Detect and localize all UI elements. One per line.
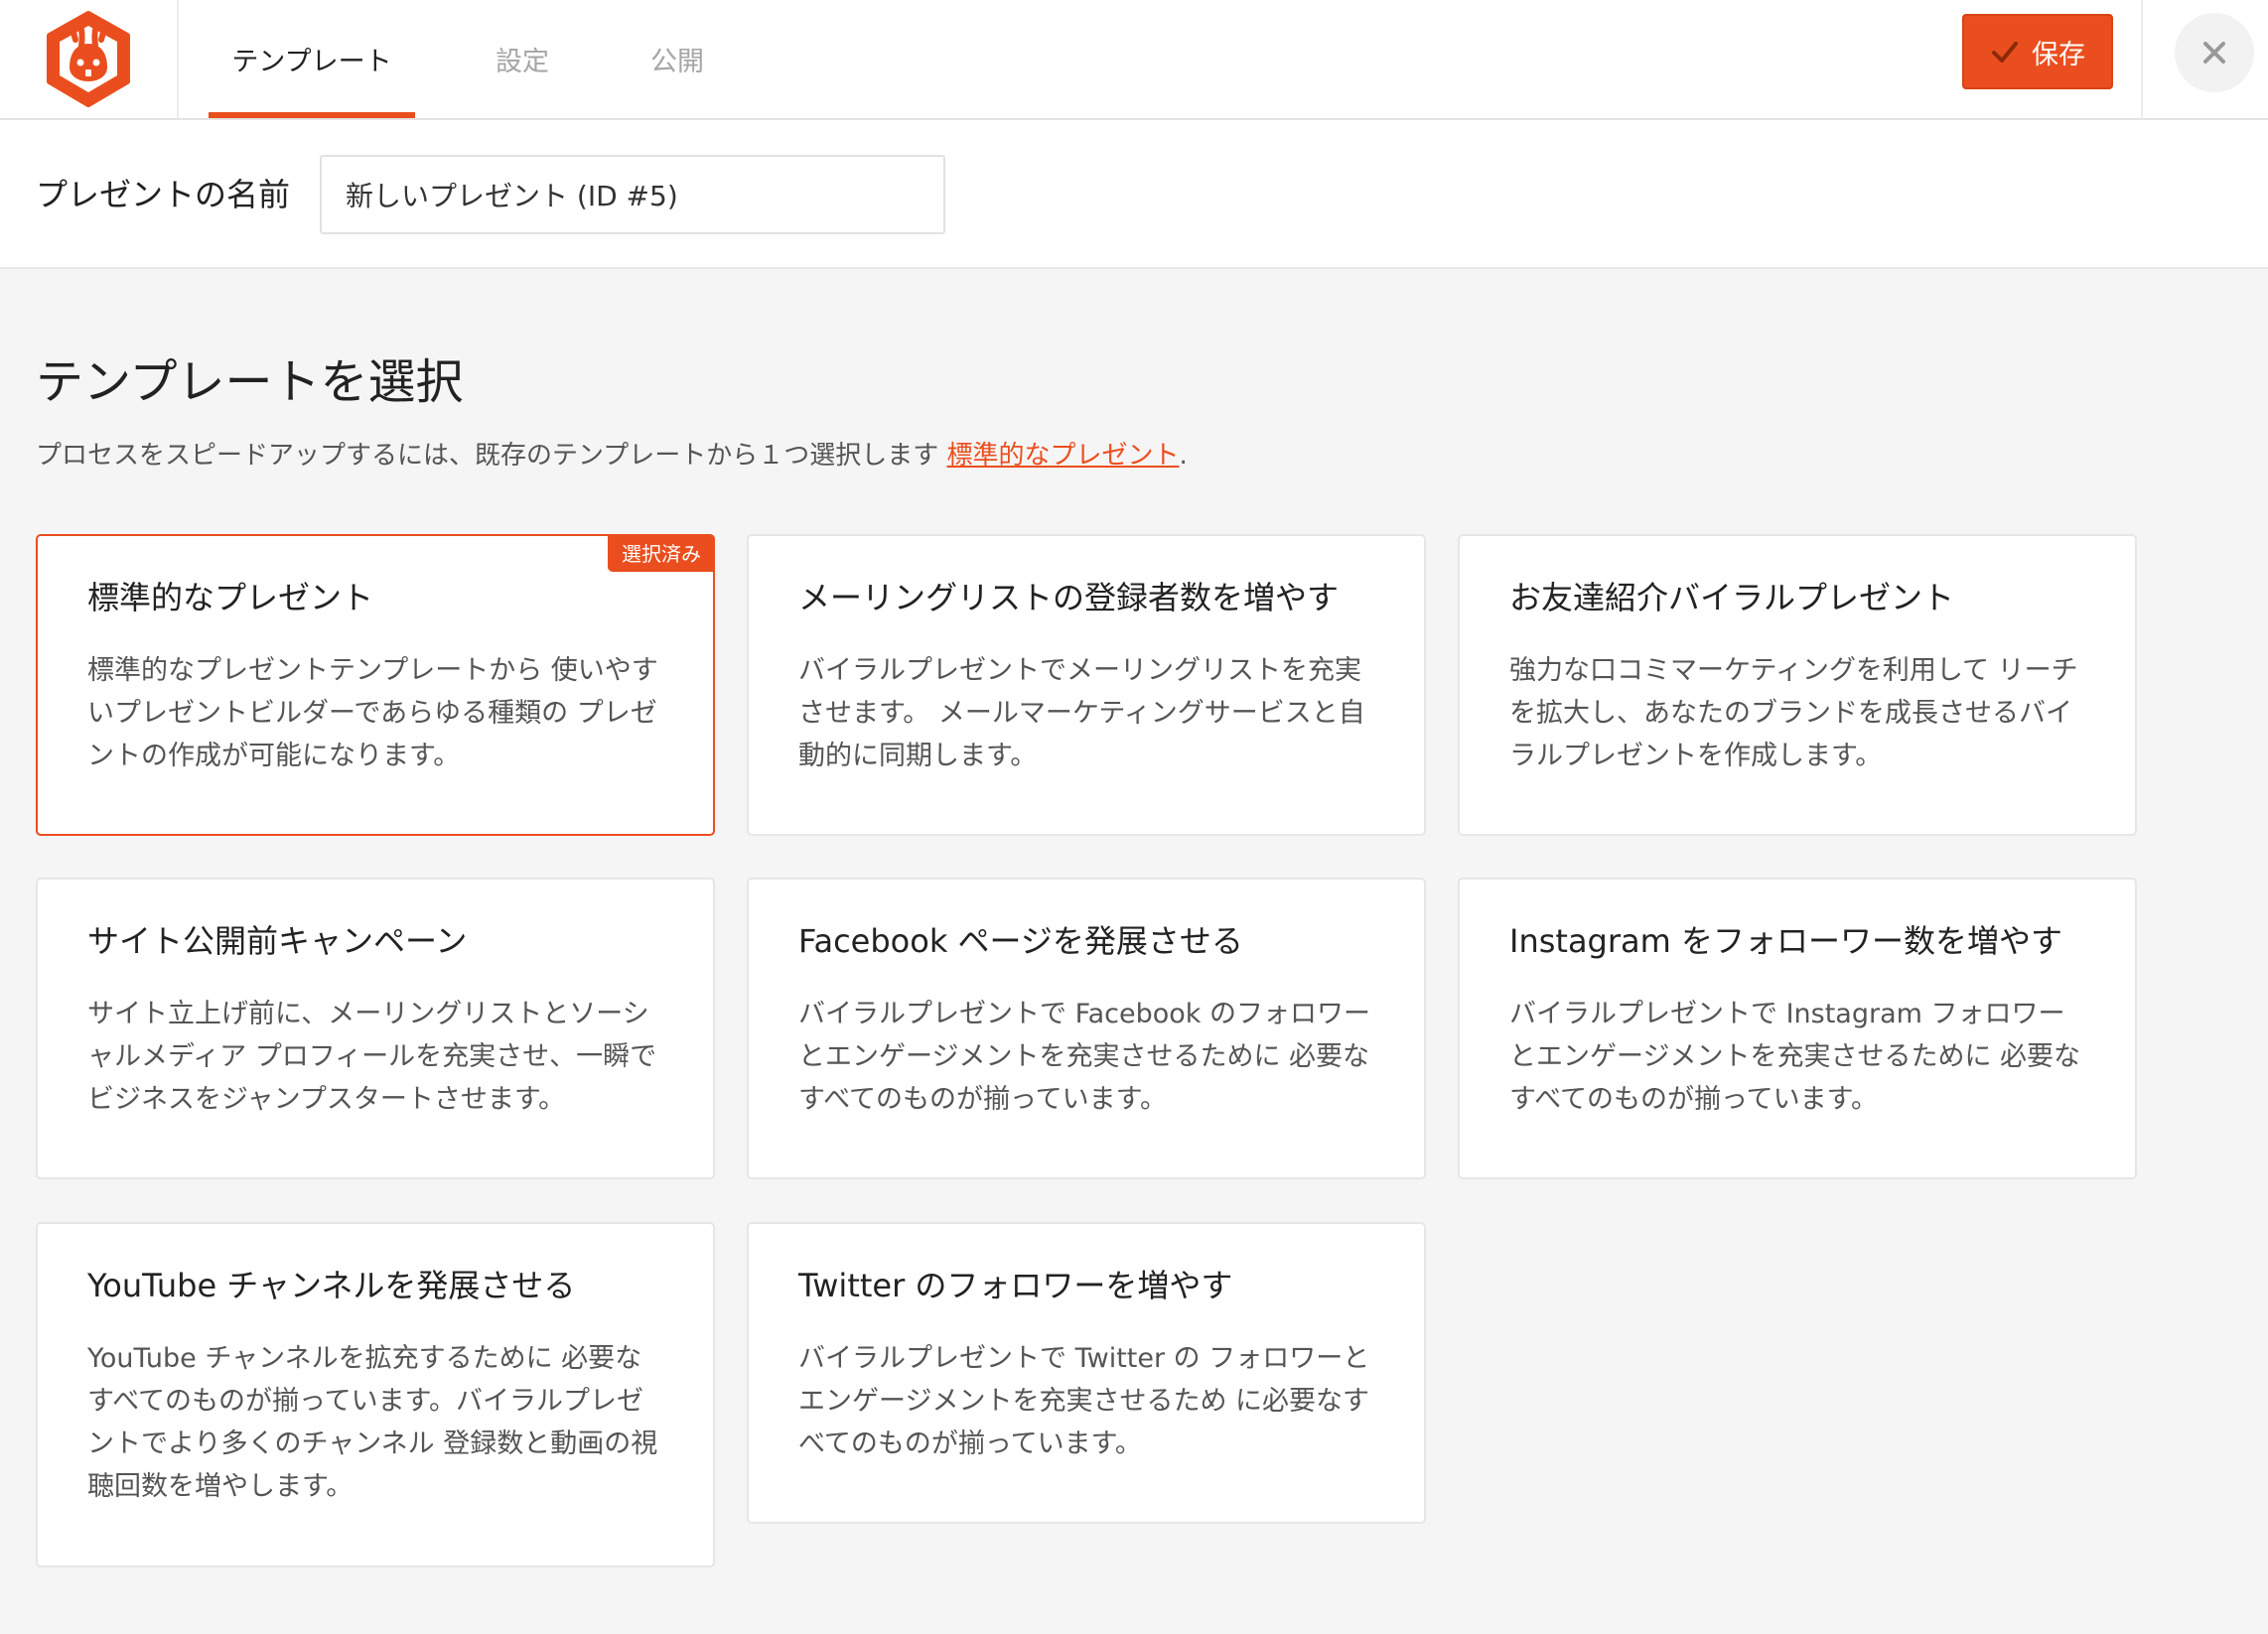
giveaway-name-input[interactable]	[320, 155, 945, 234]
template-card-facebook[interactable]: Facebook ページを発展させる バイラルプレゼントで Facebook の…	[747, 878, 1426, 1179]
template-card-title: メーリングリストの登録者数を増やす	[798, 579, 1340, 616]
standard-giveaway-link[interactable]: 標準的なプレゼント	[947, 441, 1180, 471]
section-description-trailing: .	[1179, 441, 1188, 471]
tab-publish[interactable]: 公開	[630, 0, 725, 118]
template-card-description: バイラルプレゼントで Twitter の フォロワーとエンゲージメントを充実させ…	[798, 1342, 1370, 1459]
tab-settings[interactable]: 設定	[475, 0, 570, 118]
top-bar: テンプレート 設定 公開 保存	[0, 0, 2268, 120]
template-card-title: サイト公開前キャンペーン	[87, 922, 468, 960]
giveaway-name-label: プレゼントの名前	[36, 176, 291, 213]
rabbit-logo-icon	[47, 10, 130, 107]
selected-badge: 選択済み	[608, 534, 715, 572]
template-card-twitter[interactable]: Twitter のフォロワーを増やす バイラルプレゼントで Twitter の …	[747, 1222, 1426, 1524]
divider	[2141, 0, 2143, 118]
template-card-description: バイラルプレゼントで Facebook のフォロワーとエンゲージメントを充実させ…	[798, 998, 1371, 1115]
section-description: プロセスをスピードアップするには、既存のテンプレートから１つ選択します 標準的な…	[36, 435, 1188, 472]
template-card-referral[interactable]: お友達紹介バイラルプレゼント 強力な口コミマーケティングを利用して リーチを拡大…	[1458, 534, 2137, 836]
template-card-title: 標準的なプレゼント	[87, 579, 374, 616]
template-card-title: Instagram をフォローワー数を増やす	[1509, 922, 2062, 960]
logo[interactable]	[0, 0, 179, 118]
template-card-title: お友達紹介バイラルプレゼント	[1509, 579, 1955, 616]
template-card-description: YouTube チャンネルを拡充するために 必要なすべてのものが揃っています。バ…	[87, 1342, 658, 1503]
save-button-label: 保存	[2032, 39, 2085, 70]
template-card-description: 標準的なプレゼントテンプレートから 使いやすいプレゼントビルダーであらゆる種類の…	[87, 654, 658, 771]
template-card-title: YouTube チャンネルを発展させる	[87, 1267, 576, 1304]
giveaway-name-row: プレゼントの名前	[0, 120, 2268, 269]
template-card-description: サイト立上げ前に、メーリングリストとソーシャルメディア プロフィールを充実させ、…	[87, 998, 657, 1115]
template-card-prelaunch[interactable]: サイト公開前キャンペーン サイト立上げ前に、メーリングリストとソーシャルメディア…	[36, 878, 715, 1179]
checkmark-icon	[1992, 42, 2018, 63]
close-button[interactable]	[2175, 13, 2254, 92]
close-icon	[2203, 42, 2225, 64]
section-description-text: プロセスをスピードアップするには、既存のテンプレートから１つ選択します	[36, 441, 939, 471]
save-button[interactable]: 保存	[1962, 14, 2113, 89]
template-card-mailing-list[interactable]: メーリングリストの登録者数を増やす バイラルプレゼントでメーリングリストを充実さ…	[747, 534, 1426, 836]
template-card-instagram[interactable]: Instagram をフォローワー数を増やす バイラルプレゼントで Instag…	[1458, 878, 2137, 1179]
template-card-description: 強力な口コミマーケティングを利用して リーチを拡大し、あなたのブランドを成長させ…	[1509, 654, 2078, 771]
template-card-description: バイラルプレゼントで Instagram フォロワーとエンゲージメントを充実させ…	[1509, 998, 2081, 1115]
tab-template[interactable]: テンプレート	[209, 0, 415, 118]
template-card-youtube[interactable]: YouTube チャンネルを発展させる YouTube チャンネルを拡充するため…	[36, 1222, 715, 1567]
template-card-description: バイラルプレゼントでメーリングリストを充実させます。 メールマーケティングサービ…	[798, 654, 1365, 771]
section-title: テンプレートを選択	[36, 354, 464, 410]
template-card-title: Twitter のフォロワーを増やす	[798, 1267, 1233, 1304]
template-card-standard[interactable]: 選択済み 標準的なプレゼント 標準的なプレゼントテンプレートから 使いやすいプレ…	[36, 534, 715, 836]
template-card-title: Facebook ページを発展させる	[798, 922, 1243, 960]
